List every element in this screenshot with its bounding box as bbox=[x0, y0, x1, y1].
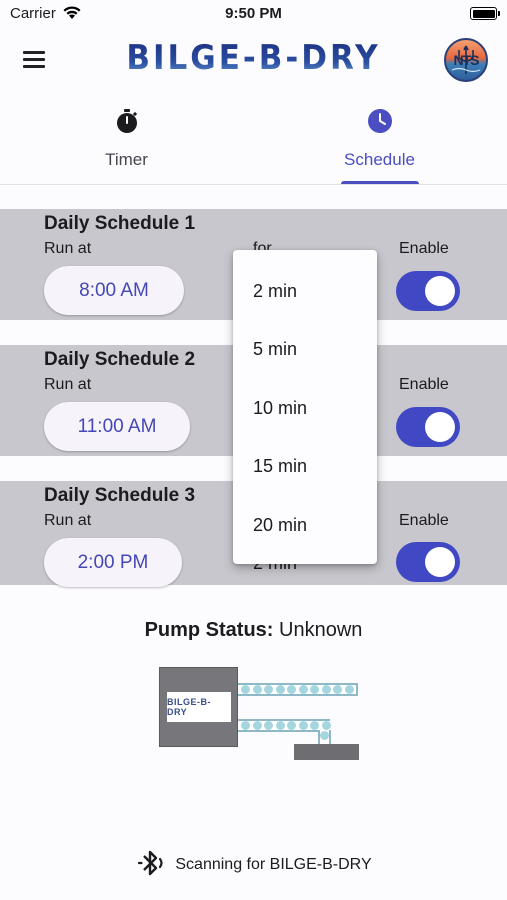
water-bubble bbox=[310, 721, 319, 730]
enable-label: Enable bbox=[399, 376, 449, 393]
status-bar: Carrier 9:50 PM bbox=[0, 0, 507, 28]
duration-dropdown: 2 min 5 min 10 min 15 min 20 min bbox=[233, 250, 377, 564]
water-bubble bbox=[264, 685, 273, 694]
bluetooth-status-text: Scanning for BILGE-B-DRY bbox=[175, 856, 372, 873]
enable-toggle[interactable] bbox=[396, 271, 460, 311]
app-logo: BILGE-B-DRY bbox=[0, 38, 507, 78]
pump-status-value: Unknown bbox=[279, 619, 363, 641]
dropdown-option[interactable]: 10 min bbox=[233, 379, 377, 437]
bluetooth-status: Scanning for BILGE-B-DRY bbox=[0, 848, 507, 882]
water-bubble bbox=[310, 685, 319, 694]
water-bubble bbox=[252, 685, 262, 694]
run-time-button[interactable]: 11:00 AM bbox=[44, 402, 190, 451]
pump-label-plate: BILGE-B-DRY bbox=[167, 692, 231, 722]
enable-toggle[interactable] bbox=[396, 407, 460, 447]
bluetooth-searching-icon bbox=[135, 846, 169, 885]
pump-pipe-bottom bbox=[238, 719, 331, 732]
run-time-button[interactable]: 8:00 AM bbox=[44, 266, 184, 315]
pump-pipe-top bbox=[238, 683, 358, 696]
water-bubble bbox=[321, 721, 331, 730]
avatar-text: NTS bbox=[453, 52, 480, 68]
toggle-knob bbox=[425, 412, 455, 442]
tab-divider bbox=[0, 184, 507, 185]
toggle-knob bbox=[425, 547, 455, 577]
dropdown-option[interactable]: 15 min bbox=[233, 437, 377, 495]
water-bubble bbox=[321, 685, 331, 694]
avatar[interactable]: NTS bbox=[444, 38, 488, 82]
pump-status-label: Pump Status: bbox=[144, 619, 274, 641]
water-bubble bbox=[252, 721, 262, 730]
run-at-label: Run at bbox=[44, 512, 92, 529]
tab-schedule[interactable]: Schedule bbox=[253, 100, 506, 184]
tab-schedule-label: Schedule bbox=[344, 150, 415, 169]
enable-label: Enable bbox=[399, 240, 449, 257]
pump-illustration: BILGE-B-DRY bbox=[159, 667, 238, 747]
water-bubble bbox=[264, 721, 273, 730]
schedule-title: Daily Schedule 3 bbox=[44, 485, 196, 506]
tab-timer[interactable]: Timer bbox=[0, 100, 253, 184]
pump-plate-text: BILGE-B-DRY bbox=[167, 697, 211, 717]
run-time-button[interactable]: 2:00 PM bbox=[44, 538, 182, 587]
schedule-title: Daily Schedule 2 bbox=[44, 349, 196, 370]
water-bubble bbox=[298, 721, 308, 730]
pump-pipe-drop bbox=[318, 730, 331, 744]
battery-icon bbox=[470, 7, 500, 20]
schedule-title: Daily Schedule 1 bbox=[44, 213, 196, 234]
clock-icon bbox=[367, 108, 393, 134]
pump-base bbox=[294, 744, 359, 760]
water-bubble bbox=[298, 685, 308, 694]
water-bubble bbox=[287, 721, 296, 730]
enable-label: Enable bbox=[399, 512, 449, 529]
enable-toggle[interactable] bbox=[396, 542, 460, 582]
toggle-knob bbox=[425, 276, 455, 306]
status-time: 9:50 PM bbox=[225, 5, 282, 22]
run-at-label: Run at bbox=[44, 376, 92, 393]
app-title: BILGE-B-DRY bbox=[126, 38, 381, 78]
water-bubble bbox=[275, 685, 285, 694]
water-bubble bbox=[344, 685, 354, 694]
dropdown-option[interactable]: 5 min bbox=[233, 320, 377, 378]
tab-timer-label: Timer bbox=[105, 150, 148, 169]
stopwatch-icon bbox=[114, 108, 140, 134]
pump-status: Pump Status: Unknown bbox=[0, 619, 507, 642]
water-bubble bbox=[241, 685, 250, 694]
dropdown-option[interactable]: 2 min bbox=[233, 262, 377, 320]
dropdown-option[interactable]: 20 min bbox=[233, 496, 377, 554]
water-bubble bbox=[275, 721, 285, 730]
water-bubble bbox=[333, 685, 342, 694]
run-at-label: Run at bbox=[44, 240, 92, 257]
water-bubble bbox=[241, 721, 250, 730]
water-bubble bbox=[287, 685, 296, 694]
